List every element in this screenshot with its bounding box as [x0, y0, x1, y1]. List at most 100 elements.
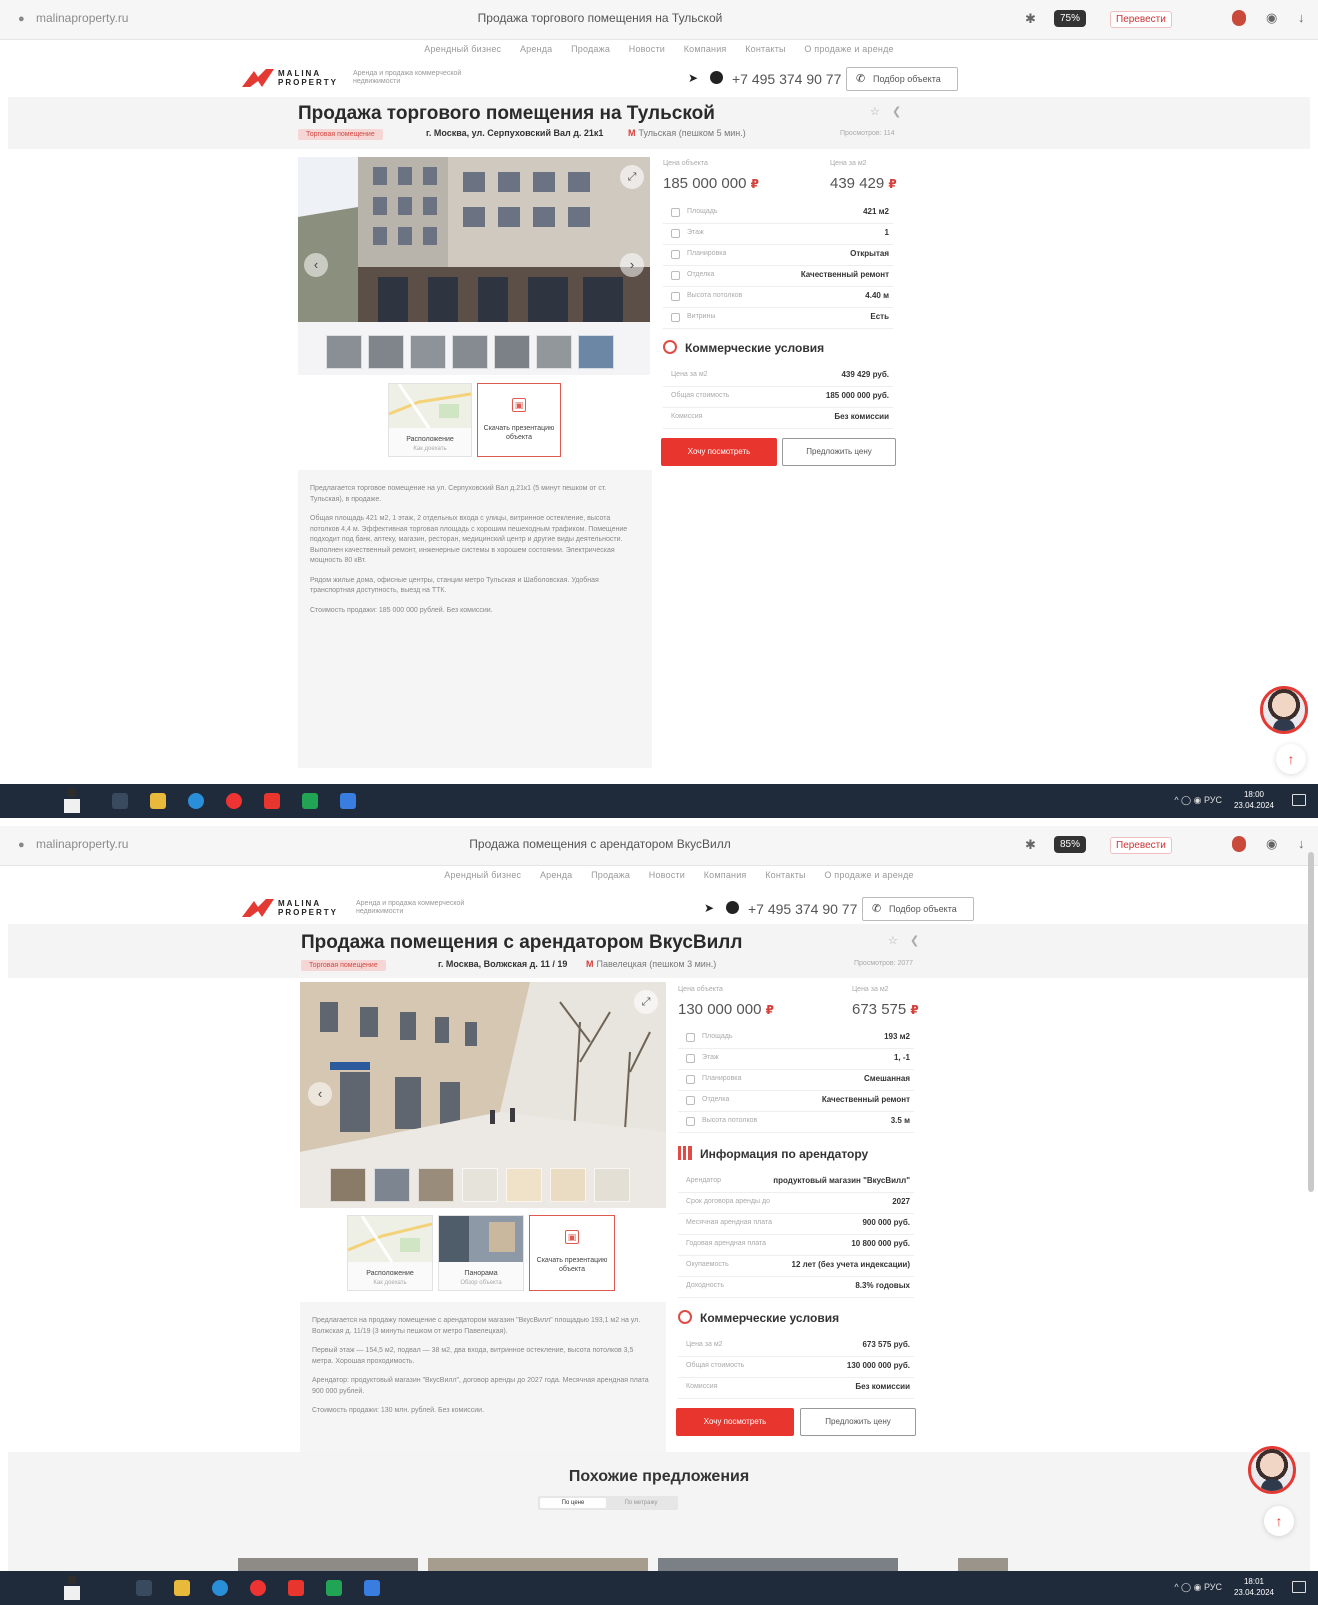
- gallery-thumb[interactable]: [578, 335, 614, 369]
- view-request-button[interactable]: Хочу посмотреть: [676, 1408, 794, 1436]
- nav-item[interactable]: Аренда: [520, 44, 552, 54]
- phone-link[interactable]: +7 495 374 90 77: [732, 71, 841, 87]
- yandex-browser-icon[interactable]: [226, 793, 242, 809]
- gallery-thumb[interactable]: [326, 335, 362, 369]
- app-icon[interactable]: [364, 1580, 380, 1596]
- explorer-icon[interactable]: [150, 793, 166, 809]
- gallery-prev-button[interactable]: ‹: [304, 253, 328, 277]
- tab-by-area[interactable]: По метражу: [608, 1498, 674, 1508]
- start-figure-icon[interactable]: [50, 1574, 90, 1604]
- gallery-thumb[interactable]: [494, 335, 530, 369]
- gallery-thumb[interactable]: [418, 1168, 454, 1202]
- extension-icon[interactable]: [1232, 836, 1246, 852]
- app-icon[interactable]: [264, 793, 280, 809]
- telegram-icon[interactable]: ➤: [688, 71, 698, 85]
- photo-gallery[interactable]: ‹ › ⤢: [298, 157, 650, 375]
- translate-button[interactable]: Перевести: [1110, 837, 1172, 854]
- expand-icon[interactable]: ⤢: [634, 990, 658, 1014]
- page-scrollbar[interactable]: [1308, 852, 1314, 1192]
- panorama-card[interactable]: Панорама Обзор объекта: [438, 1215, 524, 1291]
- edge-icon[interactable]: [188, 793, 204, 809]
- manager-avatar[interactable]: [1260, 686, 1308, 734]
- start-figure-icon[interactable]: [50, 787, 90, 817]
- location-card[interactable]: Расположение Как доехать: [347, 1215, 433, 1291]
- nav-item[interactable]: Компания: [684, 44, 727, 54]
- excel-icon[interactable]: [326, 1580, 342, 1596]
- telegram-icon[interactable]: ➤: [704, 901, 714, 915]
- manager-avatar[interactable]: [1248, 1446, 1296, 1494]
- nav-item[interactable]: О продаже и аренде: [804, 44, 893, 54]
- nav-item[interactable]: Контакты: [765, 870, 805, 880]
- profile-icon[interactable]: ◉: [1266, 10, 1277, 26]
- clock[interactable]: 18:00 23.04.2024: [1234, 789, 1274, 811]
- pick-object-button[interactable]: ✆ Подбор объекта: [862, 897, 974, 921]
- excel-icon[interactable]: [302, 793, 318, 809]
- gallery-prev-button[interactable]: ‹: [308, 1082, 332, 1106]
- whatsapp-icon[interactable]: [726, 901, 739, 914]
- nav-item[interactable]: Аренда: [540, 870, 572, 880]
- gallery-thumb[interactable]: [410, 335, 446, 369]
- nav-item[interactable]: Новости: [649, 870, 685, 880]
- nav-item[interactable]: Компания: [704, 870, 747, 880]
- site-logo[interactable]: MALINA PROPERTY: [240, 897, 360, 919]
- bookmark-icon[interactable]: ✱: [1025, 837, 1036, 853]
- photo-gallery[interactable]: ‹ ⤢: [300, 982, 666, 1208]
- site-logo[interactable]: MALINA PROPERTY: [240, 67, 360, 89]
- notifications-icon[interactable]: [1292, 794, 1306, 806]
- expand-icon[interactable]: ⤢: [620, 165, 644, 189]
- performance-badge[interactable]: 75%: [1054, 10, 1087, 27]
- app-icon[interactable]: [340, 793, 356, 809]
- gallery-thumb[interactable]: [550, 1168, 586, 1202]
- phone-link[interactable]: +7 495 374 90 77: [748, 901, 857, 917]
- pick-object-button[interactable]: ✆ Подбор объекта: [846, 67, 958, 91]
- translate-button[interactable]: Перевести: [1110, 11, 1172, 28]
- whatsapp-icon[interactable]: [710, 71, 723, 84]
- gallery-thumb[interactable]: [462, 1168, 498, 1202]
- nav-item[interactable]: Новости: [629, 44, 665, 54]
- presentation-card[interactable]: ▣ Скачать презентацию объекта: [477, 383, 561, 457]
- gallery-thumb[interactable]: [330, 1168, 366, 1202]
- favorite-icon[interactable]: ☆: [888, 934, 898, 947]
- download-icon[interactable]: ↓: [1298, 10, 1305, 25]
- bookmark-icon[interactable]: ✱: [1025, 11, 1036, 27]
- nav-item[interactable]: Арендный бизнес: [444, 870, 521, 880]
- view-request-button[interactable]: Хочу посмотреть: [661, 438, 777, 466]
- gallery-thumb[interactable]: [452, 335, 488, 369]
- nav-item[interactable]: Продажа: [571, 44, 610, 54]
- explorer-icon[interactable]: [174, 1580, 190, 1596]
- scroll-top-button[interactable]: ↑: [1276, 744, 1306, 774]
- system-tray[interactable]: ^ ◯ ◉ РУС: [1174, 1582, 1222, 1593]
- share-icon[interactable]: ❮: [892, 105, 901, 118]
- system-tray[interactable]: ^ ◯ ◉ РУС: [1174, 795, 1222, 806]
- finish-icon: [686, 1096, 695, 1105]
- edge-icon[interactable]: [212, 1580, 228, 1596]
- gallery-thumb[interactable]: [536, 335, 572, 369]
- nav-item[interactable]: Арендный бизнес: [424, 44, 501, 54]
- download-icon[interactable]: ↓: [1298, 836, 1305, 851]
- profile-icon[interactable]: ◉: [1266, 836, 1277, 852]
- yandex-browser-icon[interactable]: [250, 1580, 266, 1596]
- presentation-card[interactable]: ▣ Скачать презентацию объекта: [529, 1215, 615, 1291]
- gallery-next-button[interactable]: ›: [620, 253, 644, 277]
- app-icon[interactable]: [288, 1580, 304, 1596]
- notifications-icon[interactable]: [1292, 1581, 1306, 1593]
- nav-item[interactable]: Продажа: [591, 870, 630, 880]
- extension-icon[interactable]: [1232, 10, 1246, 26]
- gallery-thumb[interactable]: [506, 1168, 542, 1202]
- offer-price-button[interactable]: Предложить цену: [782, 438, 896, 466]
- tab-by-price[interactable]: По цене: [540, 1498, 606, 1508]
- gallery-thumb[interactable]: [594, 1168, 630, 1202]
- offer-price-button[interactable]: Предложить цену: [800, 1408, 916, 1436]
- nav-item[interactable]: О продаже и аренде: [824, 870, 913, 880]
- share-icon[interactable]: ❮: [910, 934, 919, 947]
- clock[interactable]: 18:01 23.04.2024: [1234, 1576, 1274, 1598]
- scroll-top-button[interactable]: ↑: [1264, 1506, 1294, 1536]
- location-card[interactable]: Расположение Как доехать: [388, 383, 472, 457]
- favorite-icon[interactable]: ☆: [870, 105, 880, 118]
- taskview-icon[interactable]: [136, 1580, 152, 1596]
- gallery-thumb[interactable]: [374, 1168, 410, 1202]
- gallery-thumb[interactable]: [368, 335, 404, 369]
- nav-item[interactable]: Контакты: [745, 44, 785, 54]
- performance-badge[interactable]: 85%: [1054, 836, 1087, 853]
- taskview-icon[interactable]: [112, 793, 128, 809]
